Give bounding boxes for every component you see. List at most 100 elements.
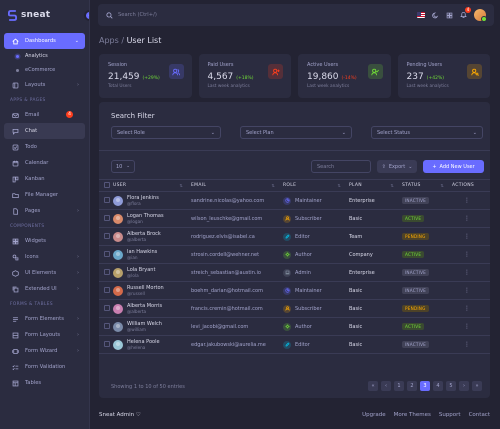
- sidebar-item-widgets[interactable]: Widgets: [4, 233, 85, 249]
- sidebar-item-label: Form Elements: [25, 316, 64, 322]
- row-checkbox[interactable]: [104, 268, 110, 275]
- row-checkbox[interactable]: [104, 250, 110, 257]
- row-checkbox[interactable]: [104, 214, 110, 221]
- stat-change: (+42%): [426, 76, 444, 81]
- sidebar-item-ui-elements[interactable]: UI Elements ›: [4, 265, 85, 281]
- role-cell: Author: [283, 245, 349, 264]
- more-options-icon[interactable]: ⋮: [464, 341, 470, 348]
- user-avatar[interactable]: [474, 9, 487, 22]
- add-new-user-button[interactable]: + Add New User: [423, 160, 484, 173]
- row-checkbox[interactable]: [104, 196, 110, 203]
- footer-link[interactable]: Support: [439, 412, 461, 418]
- page-size-select[interactable]: 10 ⌄: [111, 160, 135, 173]
- pagination-button[interactable]: 5: [446, 381, 456, 391]
- sidebar: sneat ‹ Dashboards ⌄ Analytics eCommerce…: [0, 0, 90, 429]
- sidebar-subitem-analytics[interactable]: Analytics: [0, 49, 89, 63]
- stat-subtitle: Last week analytics: [406, 84, 449, 89]
- table-row[interactable]: William Welch @william levi_jacobi@gmail.c…: [99, 317, 490, 336]
- avatar: [113, 213, 123, 224]
- column-header-role[interactable]: ROLE ⇅: [283, 179, 349, 192]
- pagination-button[interactable]: 4: [433, 381, 443, 391]
- sidebar-item-pages[interactable]: Pages ›: [4, 203, 85, 219]
- table-row[interactable]: Flora Jenkins @flora sandrine.nicolas@yaho…: [99, 191, 490, 210]
- sidebar-item-form-validation[interactable]: Form Validation: [4, 359, 85, 375]
- more-options-icon[interactable]: ⋮: [464, 251, 470, 258]
- actions-cell: ⋮: [452, 281, 490, 300]
- column-header-user[interactable]: USER ⇅: [113, 179, 191, 192]
- table-row[interactable]: Logan Thomas @logan wilson_leuschke@gmail.…: [99, 209, 490, 228]
- more-options-icon[interactable]: ⋮: [464, 305, 470, 312]
- table-row[interactable]: Russell Morton @russell boehm_darian@hotma…: [99, 281, 490, 300]
- pagination-button[interactable]: 1: [394, 381, 404, 391]
- pagination-button[interactable]: »: [472, 381, 482, 391]
- select-plan-dropdown[interactable]: Select Plan ⌄: [240, 126, 352, 139]
- sidebar-item-dashboards[interactable]: Dashboards ⌄: [4, 33, 85, 49]
- users-icon: [168, 64, 184, 79]
- more-options-icon[interactable]: ⋮: [464, 233, 470, 240]
- sidebar-item-form-elements[interactable]: Form Elements ›: [4, 311, 85, 327]
- row-checkbox[interactable]: [104, 304, 110, 311]
- more-options-icon[interactable]: ⋮: [464, 215, 470, 222]
- sidebar-item-icons[interactable]: Icons ›: [4, 249, 85, 265]
- pagination-button[interactable]: 2: [407, 381, 417, 391]
- shortcuts-grid-icon[interactable]: [446, 12, 453, 19]
- breadcrumb-parent[interactable]: Apps /: [99, 36, 127, 45]
- footer-link[interactable]: More Themes: [394, 412, 431, 418]
- more-options-icon[interactable]: ⋮: [464, 287, 470, 294]
- export-button[interactable]: ⇪ Export ⌄: [377, 160, 417, 173]
- column-header-email[interactable]: EMAIL ⇅: [191, 179, 283, 192]
- row-checkbox[interactable]: [104, 286, 110, 293]
- collapse-sidebar-button[interactable]: ‹: [84, 10, 89, 21]
- sidebar-item-todo[interactable]: Todo: [4, 139, 85, 155]
- avatar: [113, 267, 123, 278]
- role-info: Subscriber: [283, 304, 349, 313]
- sidebar-item-calendar[interactable]: Calendar: [4, 155, 85, 171]
- status-cell: INACTIVE: [402, 281, 452, 300]
- sidebar-item-layouts[interactable]: Layouts ›: [4, 77, 85, 93]
- pagination-button[interactable]: 3: [420, 381, 430, 391]
- more-options-icon[interactable]: ⋮: [464, 323, 470, 330]
- us-flag-icon[interactable]: [417, 12, 425, 18]
- table-row[interactable]: Alberta Morris @alberta francis.cremin@hot…: [99, 299, 490, 318]
- table-search-input[interactable]: [311, 160, 371, 173]
- sidebar-item-extended-ui[interactable]: Extended UI ›: [4, 281, 85, 297]
- sidebar-item-chat[interactable]: Chat: [4, 123, 85, 139]
- user-text: Helena Poole @helena: [127, 339, 160, 350]
- global-search-input[interactable]: [118, 12, 238, 18]
- footer-link[interactable]: Contact: [469, 412, 490, 418]
- sidebar-item-tables[interactable]: Tables: [4, 375, 85, 391]
- sidebar-item-email[interactable]: Email 4: [4, 107, 85, 123]
- shapes-icon: [12, 254, 19, 261]
- user-handle: @logan: [127, 218, 143, 224]
- select-role-dropdown[interactable]: Select Role ⌄: [111, 126, 221, 139]
- sidebar-item-kanban[interactable]: Kanban: [4, 171, 85, 187]
- select-status-dropdown[interactable]: Select Status ⌄: [371, 126, 483, 139]
- column-header-plan[interactable]: PLAN ⇅: [349, 179, 402, 192]
- pagination-button[interactable]: ›: [459, 381, 469, 391]
- brand[interactable]: sneat ‹: [0, 0, 89, 30]
- column-header-status[interactable]: STATUS ⇅: [402, 179, 452, 192]
- notifications-button[interactable]: 4: [460, 6, 471, 20]
- file-icon: [12, 207, 19, 215]
- sidebar-item-label: Kanban: [25, 176, 45, 182]
- pagination-button[interactable]: ‹: [381, 381, 391, 391]
- pagination-button[interactable]: «: [368, 381, 378, 391]
- actions-cell: ⋮: [452, 263, 490, 282]
- more-options-icon[interactable]: ⋮: [464, 197, 470, 204]
- row-checkbox[interactable]: [104, 232, 110, 239]
- row-checkbox[interactable]: [104, 322, 110, 329]
- divider: [99, 150, 490, 151]
- row-checkbox[interactable]: [104, 340, 110, 347]
- sidebar-subitem-ecommerce[interactable]: eCommerce: [0, 63, 89, 77]
- table-row[interactable]: Alberta Brock @alberta rodriguez.elvis@isa…: [99, 227, 490, 246]
- sidebar-item-form-wizard[interactable]: Form Wizard ›: [4, 343, 85, 359]
- table-row[interactable]: Ian Hawkins @ian strosin.cordell@wehner.ne…: [99, 245, 490, 264]
- moon-icon[interactable]: [432, 12, 439, 19]
- sidebar-item-form-layouts[interactable]: Form Layouts ›: [4, 327, 85, 343]
- table-row[interactable]: Lola Bryant @lola streich_sebastian@austin…: [99, 263, 490, 282]
- more-options-icon[interactable]: ⋮: [464, 269, 470, 276]
- footer-link[interactable]: Upgrade: [362, 412, 386, 418]
- select-all-checkbox[interactable]: [104, 181, 110, 188]
- table-row[interactable]: Helena Poole @helena edgar.jakubowski@aure…: [99, 335, 490, 354]
- sidebar-item-file-manager[interactable]: File Manager: [4, 187, 85, 203]
